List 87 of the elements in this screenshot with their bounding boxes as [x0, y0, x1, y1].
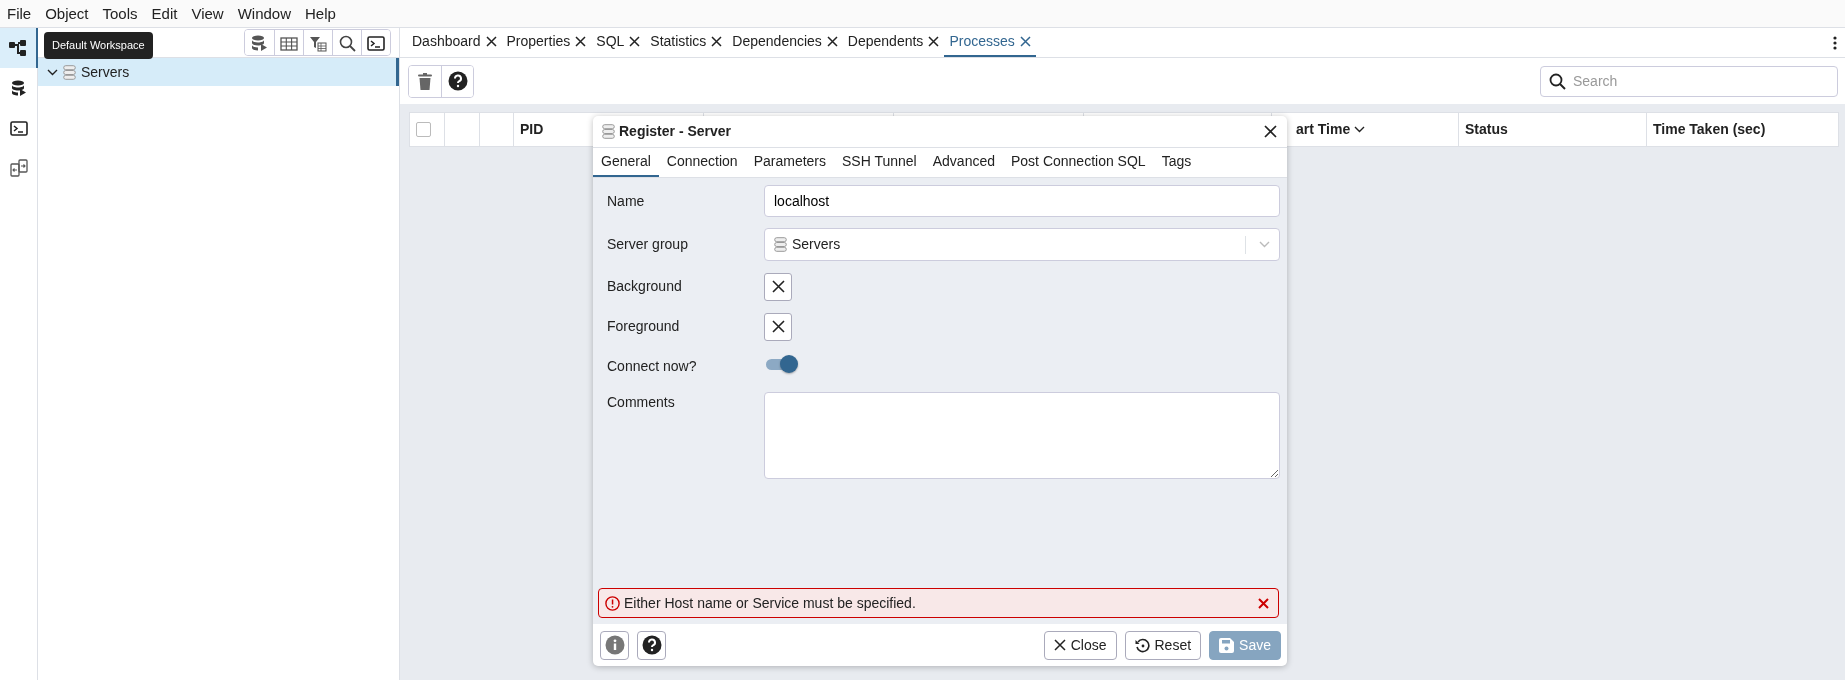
dialog-tab[interactable]: Tags: [1153, 148, 1200, 177]
field-label: Foreground: [606, 317, 681, 336]
search-icon: [338, 35, 356, 52]
tree-label: Servers: [81, 62, 130, 82]
hierarchy-icon: [9, 39, 27, 57]
column-header[interactable]: art Time: [1296, 119, 1366, 140]
field-label: Connect now?: [606, 357, 698, 376]
tree-row[interactable]: Servers: [38, 58, 399, 86]
terminal-icon: [367, 36, 385, 51]
compare-icon: [10, 159, 28, 177]
field-label: Background: [606, 277, 683, 296]
reset-button[interactable]: Reset: [1124, 630, 1202, 660]
column-header[interactable]: Status: [1465, 119, 1508, 140]
search-field[interactable]: Search: [1540, 65, 1838, 97]
panel-tab[interactable]: Dependents: [842, 28, 945, 57]
help-button[interactable]: [441, 65, 473, 97]
error-icon: [605, 595, 620, 611]
close-icon: [575, 36, 587, 47]
tooltip: Default Workspace: [44, 32, 153, 59]
chevron-down-icon: [1259, 241, 1270, 248]
color-picker-button[interactable]: [764, 272, 792, 301]
server-group-select[interactable]: Servers: [764, 228, 1280, 261]
close-icon: [711, 36, 723, 47]
panel-tab[interactable]: Properties: [501, 28, 592, 57]
help-icon: [641, 635, 662, 655]
server-group-icon: [602, 124, 615, 139]
close-icon: [771, 280, 785, 293]
terminal-icon: [10, 120, 28, 136]
info-icon: [604, 635, 625, 655]
sidebar-tab[interactable]: [0, 28, 38, 68]
menu-item[interactable]: View: [184, 0, 231, 27]
menu-item[interactable]: Window: [230, 0, 299, 27]
menu-item[interactable]: Help: [298, 0, 343, 27]
database-play-icon: [251, 35, 268, 52]
field-label: Name: [606, 191, 646, 211]
field-label: Comments: [606, 393, 676, 412]
dismiss-button[interactable]: [1258, 597, 1269, 609]
server-group-icon: [774, 237, 787, 252]
dialog-tab[interactable]: Post Connection SQL: [1003, 148, 1154, 177]
close-icon: [1053, 639, 1066, 651]
close-icon: [1019, 36, 1031, 47]
trash-icon: [418, 72, 432, 90]
dialog-tab[interactable]: SSH Tunnel: [834, 148, 925, 177]
info-button[interactable]: [600, 630, 629, 660]
close-icon: [928, 36, 940, 47]
panel-tab[interactable]: Dependencies: [727, 28, 843, 57]
save-icon: [1219, 637, 1235, 653]
help-button[interactable]: [637, 630, 666, 660]
field-label: Server group: [606, 235, 689, 254]
error-text: Either Host name or Service must be specified.: [624, 593, 916, 613]
connect-switch[interactable]: [764, 353, 796, 374]
menu-item[interactable]: Tools: [95, 0, 145, 27]
menu-item[interactable]: File: [0, 0, 39, 27]
comments-field[interactable]: [764, 392, 1280, 479]
close-icon: [1258, 597, 1269, 609]
menu-item[interactable]: Object: [38, 0, 96, 27]
dialog-tab[interactable]: Connection: [658, 148, 746, 177]
select-all-checkbox[interactable]: [416, 122, 431, 137]
panel-tab[interactable]: Dashboard: [407, 28, 502, 57]
close-icon: [1264, 125, 1277, 138]
close-icon: [826, 36, 838, 47]
dialog-tab[interactable]: Parameters: [745, 148, 834, 177]
menu-item[interactable]: Edit: [144, 0, 185, 27]
dialog-title: Register - Server: [619, 122, 732, 141]
name-field[interactable]: localhost: [764, 185, 1280, 217]
search-icon: [1549, 72, 1566, 90]
close-button[interactable]: [1264, 125, 1277, 138]
dialog-tab[interactable]: Advanced: [924, 148, 1003, 177]
panel-tab[interactable]: Statistics: [645, 28, 728, 57]
panel-tab[interactable]: Processes: [944, 28, 1036, 57]
toolbar-button[interactable]: [361, 30, 390, 55]
close-icon: [629, 36, 641, 47]
table-icon: [280, 36, 298, 51]
close-icon: [771, 320, 785, 333]
filter-table-icon: [309, 35, 327, 52]
close-icon: [485, 36, 497, 47]
panel-tab[interactable]: SQL: [591, 28, 646, 57]
column-header[interactable]: PID: [520, 119, 544, 140]
close-button[interactable]: Close: [1043, 630, 1117, 660]
column-header[interactable]: Time Taken (sec): [1653, 119, 1766, 140]
kebab-menu-icon: [1833, 36, 1837, 51]
reset-icon: [1134, 637, 1150, 653]
server-group-icon: [63, 64, 76, 80]
database-icon: [11, 80, 27, 96]
chevron-down-icon: [47, 68, 58, 76]
color-picker-button[interactable]: [764, 312, 792, 341]
help-icon: [447, 71, 468, 91]
